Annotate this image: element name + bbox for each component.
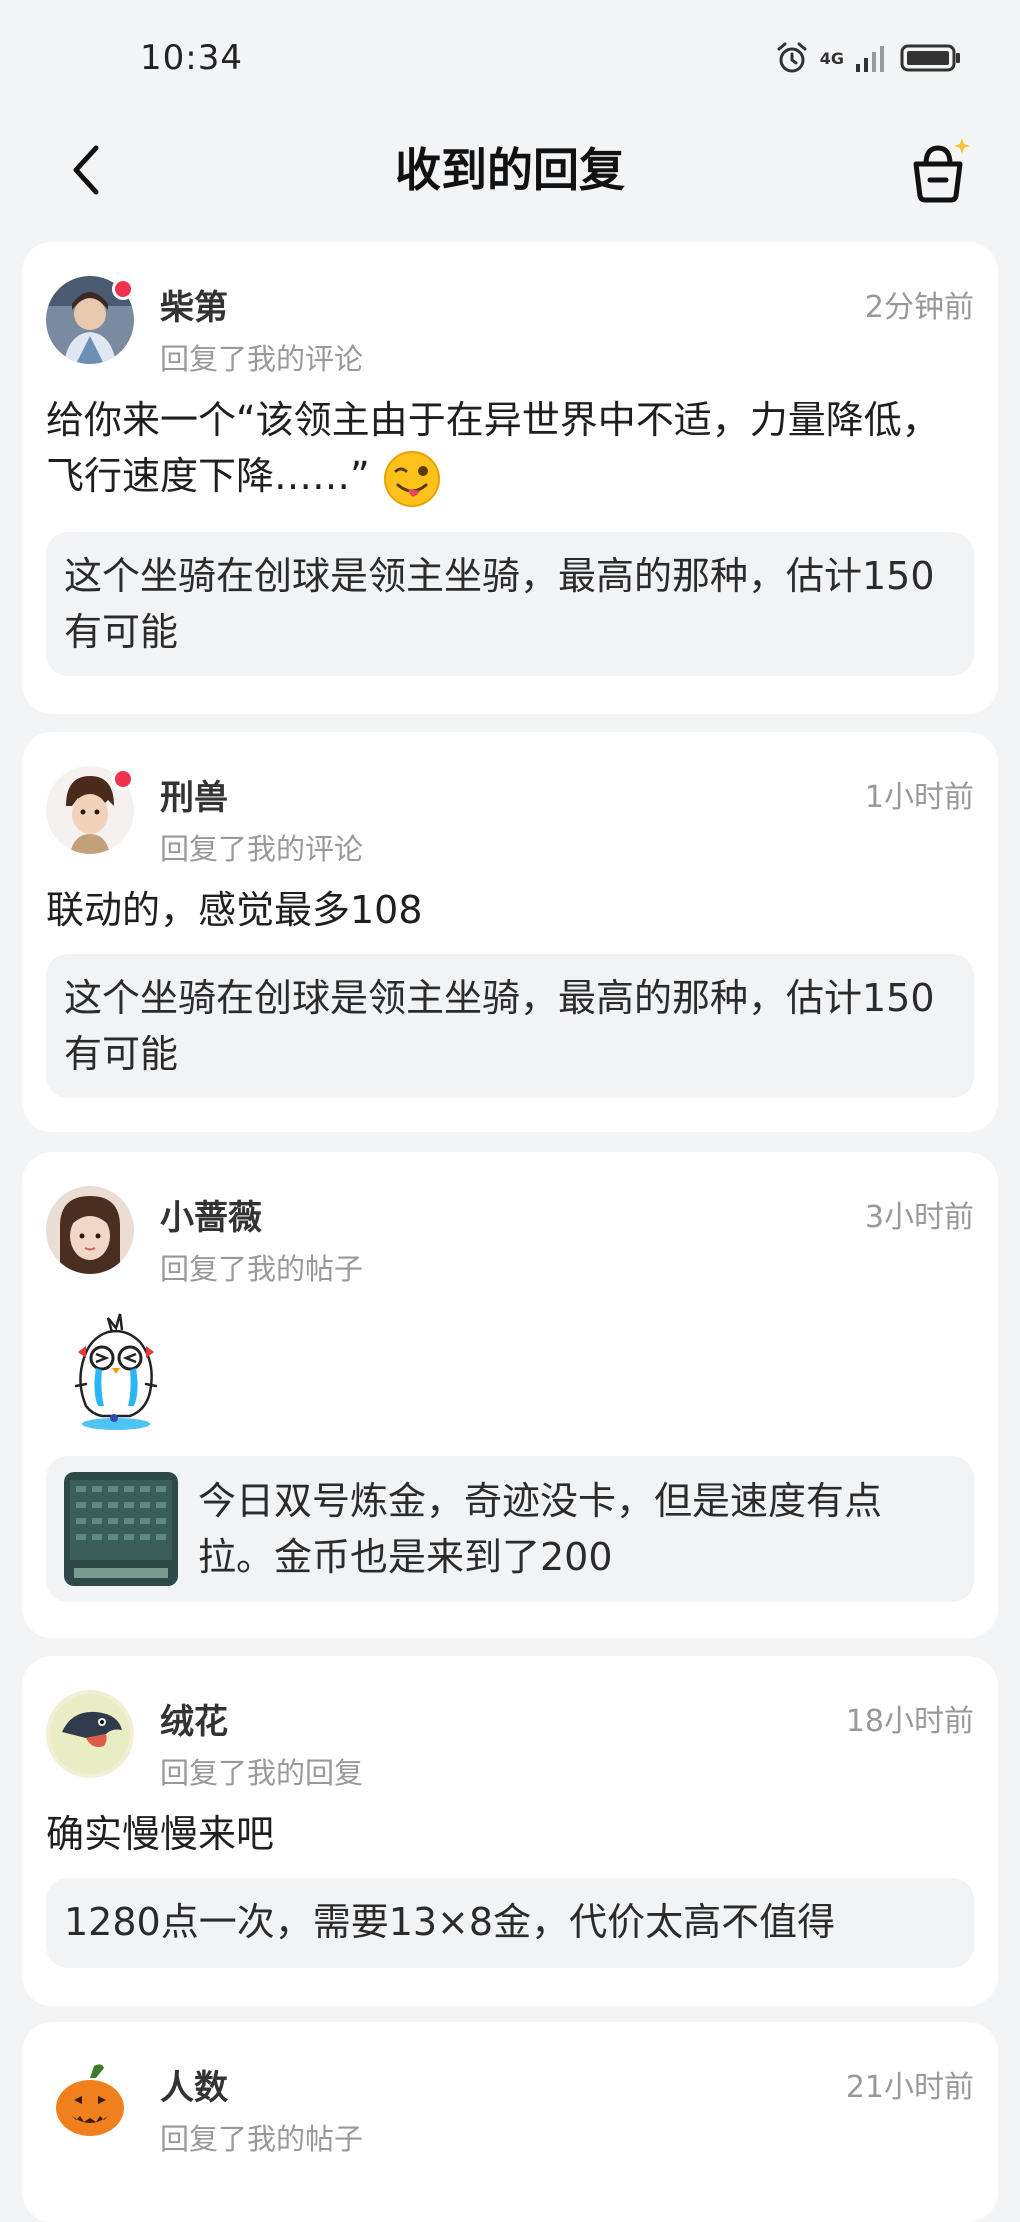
status-time: 10:34 — [140, 38, 243, 78]
reply-action: 回复了我的评论 — [160, 342, 364, 376]
nav-bar: 收到的回复 — [0, 110, 1020, 230]
user-name[interactable]: 小蔷薇 — [160, 1190, 262, 1239]
reply-action: 回复了我的帖子 — [160, 2122, 364, 2156]
reply-time: 3小时前 — [864, 1200, 974, 1235]
unread-dot — [112, 768, 134, 790]
winking-tongue-emoji-icon — [383, 450, 440, 507]
quoted-comment[interactable]: 1280点一次，需要13×8金，代价太高不值得 — [46, 1878, 974, 1968]
reply-action: 回复了我的回复 — [160, 1756, 364, 1790]
avatar[interactable] — [46, 2056, 134, 2144]
reply-time: 1小时前 — [864, 780, 974, 815]
status-bar: 10:34 4G — [0, 0, 1020, 110]
avatar[interactable] — [46, 1186, 134, 1274]
reply-text-block: 给你来一个“该领主由于在异世界中不适，力量降低，飞行速度下降……” — [46, 392, 974, 509]
avatar[interactable] — [46, 276, 134, 364]
user-name[interactable]: 绒花 — [160, 1694, 228, 1743]
unread-dot — [112, 278, 134, 300]
avatar[interactable] — [46, 1690, 134, 1778]
reply-card[interactable]: 刑兽 回复了我的评论 1小时前 联动的，感觉最多108 这个坐骑在创球是领主坐骑… — [22, 732, 998, 1132]
signal-icon — [856, 46, 884, 72]
reply-time: 18小时前 — [845, 1704, 974, 1739]
reply-card[interactable]: 绒花 回复了我的回复 18小时前 确实慢慢来吧 1280点一次，需要13×8金，… — [22, 1656, 998, 2006]
avatar[interactable] — [46, 766, 134, 854]
reply-card[interactable]: 小蔷薇 回复了我的帖子 3小时前 今日双号炼金，奇迹没卡，但是速度有点拉。金币也… — [22, 1152, 998, 1638]
quoted-comment[interactable]: 这个坐骑在创球是领主坐骑，最高的那种，估计150有可能 — [46, 954, 974, 1098]
post-thumbnail — [64, 1472, 178, 1586]
reply-card[interactable]: 人数 回复了我的帖子 21小时前 — [22, 2022, 998, 2222]
reply-action: 回复了我的评论 — [160, 832, 364, 866]
reply-text: 给你来一个“该领主由于在异世界中不适，力量降低，飞行速度下降……” — [46, 398, 940, 498]
reply-card[interactable]: 柴第 回复了我的评论 2分钟前 给你来一个“该领主由于在异世界中不适，力量降低，… — [22, 242, 998, 714]
network-label: 4G — [819, 48, 844, 68]
crying-chick-sticker-icon — [74, 1313, 158, 1430]
reply-action: 回复了我的帖子 — [160, 1252, 364, 1286]
status-icons: 4G — [774, 38, 962, 78]
user-name[interactable]: 柴第 — [160, 280, 228, 329]
user-name[interactable]: 人数 — [160, 2060, 228, 2109]
page-title: 收到的回复 — [395, 143, 625, 197]
reply-time: 21小时前 — [845, 2070, 974, 2105]
alarm-icon — [777, 42, 807, 73]
quoted-post[interactable]: 今日双号炼金，奇迹没卡，但是速度有点拉。金币也是来到了200 — [46, 1456, 974, 1602]
quoted-comment[interactable]: 这个坐骑在创球是领主坐骑，最高的那种，估计150有可能 — [46, 532, 974, 676]
clear-basket-button[interactable] — [898, 130, 978, 210]
basket-sparkle-icon — [913, 138, 970, 203]
battery-icon — [900, 44, 960, 72]
reply-text: 联动的，感觉最多108 — [46, 888, 423, 932]
reply-time: 2分钟前 — [864, 290, 974, 325]
user-name[interactable]: 刑兽 — [160, 770, 228, 819]
reply-text: 确实慢慢来吧 — [46, 1812, 275, 1856]
quoted-post-text: 今日双号炼金，奇迹没卡，但是速度有点拉。金币也是来到了200 — [198, 1479, 883, 1579]
